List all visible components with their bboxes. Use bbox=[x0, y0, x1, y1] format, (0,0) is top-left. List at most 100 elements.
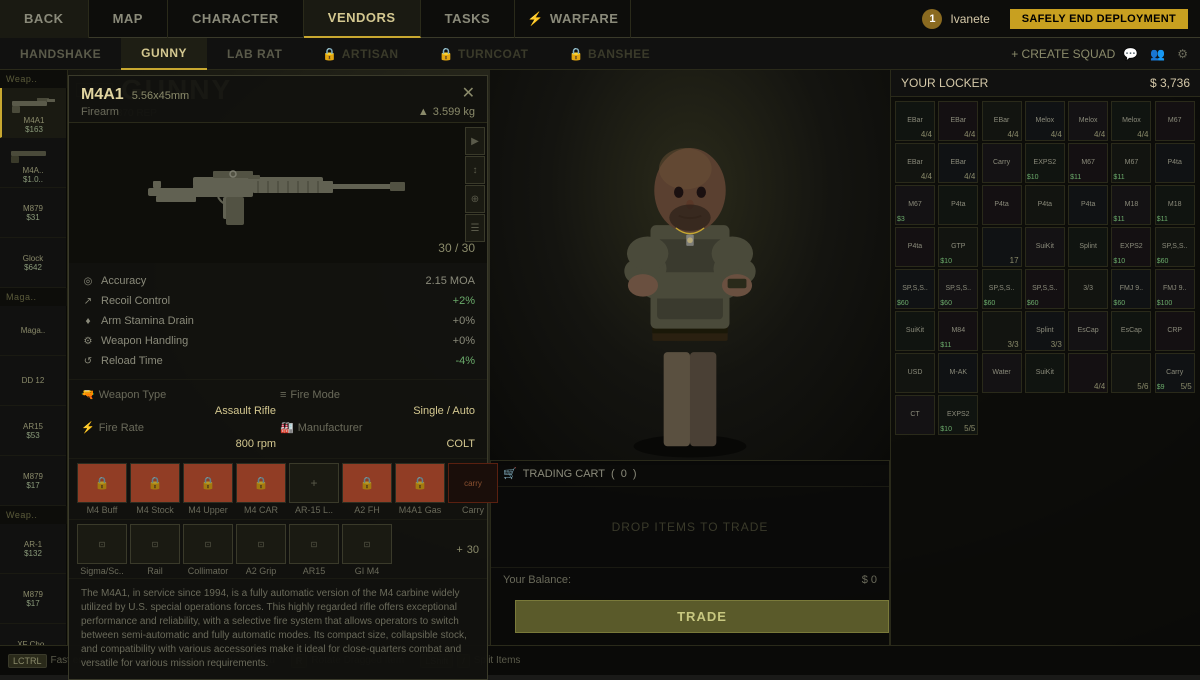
vendor-item-1[interactable]: M4A.. $1.0.. bbox=[0, 138, 66, 188]
settings-icon[interactable]: ⚙ bbox=[1177, 47, 1188, 61]
attach2-slot-2[interactable]: ⊡ Collimator bbox=[183, 524, 233, 576]
locker-item-10[interactable]: $10EXPS2 bbox=[1025, 143, 1065, 183]
locker-item-43[interactable]: M-AK bbox=[938, 353, 978, 393]
side-tab-2[interactable]: ⊕ bbox=[465, 185, 485, 213]
create-squad-button[interactable]: + CREATE SQUAD bbox=[1011, 47, 1115, 61]
side-tab-3[interactable]: ☰ bbox=[465, 214, 485, 242]
locker-item-48[interactable]: 5/5$9Carry bbox=[1155, 353, 1195, 393]
side-tab-0[interactable]: ▶ bbox=[465, 127, 485, 155]
locker-item-23[interactable]: 17 bbox=[982, 227, 1022, 267]
locker-item-42[interactable]: USD bbox=[895, 353, 935, 393]
vendor-item-4[interactable]: Maga.. bbox=[0, 306, 66, 356]
locker-item-44[interactable]: Water bbox=[982, 353, 1022, 393]
locker-item-13[interactable]: P4ta bbox=[1155, 143, 1195, 183]
nav-character[interactable]: CHARACTER bbox=[168, 0, 304, 38]
trade-button[interactable]: TRADE bbox=[515, 600, 889, 633]
locker-item-3[interactable]: 4/4Melox bbox=[1025, 101, 1065, 141]
attach-slot-0[interactable]: 🔒 M4 Buff bbox=[77, 463, 127, 515]
locker-item-32[interactable]: 3/3 bbox=[1068, 269, 1108, 309]
attach-slot-6[interactable]: 🔒 M4A1 Gas bbox=[395, 463, 445, 515]
nav-warfare[interactable]: ⚡ WARFARE bbox=[515, 0, 631, 38]
attach-slot-1[interactable]: 🔒 M4 Stock bbox=[130, 463, 180, 515]
locker-item-39[interactable]: EsCap bbox=[1068, 311, 1108, 351]
locker-item-47[interactable]: 5/6 bbox=[1111, 353, 1151, 393]
vendor-item-10[interactable]: XF Cho.. $6.26 bbox=[0, 624, 66, 645]
locker-item-17[interactable]: P4ta bbox=[1025, 185, 1065, 225]
locker-item-14[interactable]: $3M67 bbox=[895, 185, 935, 225]
locker-item-50[interactable]: 5/5$10EXPS2 bbox=[938, 395, 978, 435]
sub-nav-labrat[interactable]: LAB RAT bbox=[207, 38, 302, 70]
vendor-item-6[interactable]: AR15 $53 bbox=[0, 406, 66, 456]
locker-item-45[interactable]: SuiKit bbox=[1025, 353, 1065, 393]
locker-item-19[interactable]: $11M18 bbox=[1111, 185, 1151, 225]
locker-item-41[interactable]: CRP bbox=[1155, 311, 1195, 351]
vendor-item-8[interactable]: AR-1 $132 bbox=[0, 524, 66, 574]
locker-item-36[interactable]: $11M84 bbox=[938, 311, 978, 351]
locker-item-18[interactable]: P4ta bbox=[1068, 185, 1108, 225]
nav-tasks[interactable]: TASKS bbox=[421, 0, 516, 38]
vendor-item-3[interactable]: Glock $642 bbox=[0, 238, 66, 288]
vendor-item-2[interactable]: M879 $31 bbox=[0, 188, 66, 238]
locker-item-38[interactable]: 3/3Splint bbox=[1025, 311, 1065, 351]
locker-item-24[interactable]: SuiKit bbox=[1025, 227, 1065, 267]
locker-item-12[interactable]: $11M67 bbox=[1111, 143, 1151, 183]
close-card-button[interactable]: ✕ bbox=[462, 86, 475, 102]
locker-item-4[interactable]: 4/4Melox bbox=[1068, 101, 1108, 141]
sub-nav-artisan[interactable]: 🔒 ARTISAN bbox=[302, 38, 418, 70]
locker-item-7[interactable]: 4/4EBar bbox=[895, 143, 935, 183]
locker-item-34[interactable]: $100FMJ 9.. bbox=[1155, 269, 1195, 309]
locker-item-40[interactable]: EsCap bbox=[1111, 311, 1151, 351]
locker-item-11[interactable]: $11M67 bbox=[1068, 143, 1108, 183]
locker-item-29[interactable]: $60SP,S,S.. bbox=[938, 269, 978, 309]
attach-slot-4[interactable]: + AR-15 L.. bbox=[289, 463, 339, 515]
sub-nav-banshee[interactable]: 🔒 BANSHEE bbox=[548, 38, 670, 70]
vendor-item-5[interactable]: DD 12 bbox=[0, 356, 66, 406]
player-level: 1 bbox=[922, 9, 942, 29]
attach-slot-carry[interactable]: carry Carry bbox=[448, 463, 498, 515]
attach2-slot-0[interactable]: ⊡ Sigma/Sc.. bbox=[77, 524, 127, 576]
nav-map[interactable]: MAP bbox=[89, 0, 168, 38]
vendor-item-0[interactable]: M4A1 $163 bbox=[0, 88, 66, 138]
chat-icon[interactable]: 💬 bbox=[1123, 47, 1138, 61]
locker-item-15[interactable]: P4ta bbox=[938, 185, 978, 225]
vendor-item-9[interactable]: M879 $17 bbox=[0, 574, 66, 624]
locker-item-6[interactable]: M67 bbox=[1155, 101, 1195, 141]
attach2-slot-5[interactable]: ⊡ GI M4 bbox=[342, 524, 392, 576]
locker-item-49[interactable]: CT bbox=[895, 395, 935, 435]
group-icon[interactable]: 👥 bbox=[1150, 47, 1165, 61]
sub-nav-handshake[interactable]: HANDSHAKE bbox=[0, 38, 121, 70]
attach2-slot-1[interactable]: ⊡ Rail bbox=[130, 524, 180, 576]
attach-slot-2[interactable]: 🔒 M4 Upper bbox=[183, 463, 233, 515]
locker-item-5[interactable]: 4/4Melox bbox=[1111, 101, 1151, 141]
side-tab-1[interactable]: ↕ bbox=[465, 156, 485, 184]
locker-item-9[interactable]: Carry bbox=[982, 143, 1022, 183]
locker-item-8[interactable]: 4/4EBar bbox=[938, 143, 978, 183]
locker-item-20[interactable]: $11M18 bbox=[1155, 185, 1195, 225]
end-deployment-button[interactable]: SAFELY END DEPLOYMENT bbox=[1010, 9, 1188, 29]
locker-item-28[interactable]: $60SP,S,S.. bbox=[895, 269, 935, 309]
attach2-slot-3[interactable]: ⊡ A2 Grip bbox=[236, 524, 286, 576]
attach-slot-3[interactable]: 🔒 M4 CAR bbox=[236, 463, 286, 515]
sub-nav-turncoat[interactable]: 🔒 TURNCOAT bbox=[419, 38, 549, 70]
locker-item-31[interactable]: $60SP,S,S.. bbox=[1025, 269, 1065, 309]
locker-item-22[interactable]: $10GTP bbox=[938, 227, 978, 267]
nav-vendors[interactable]: VENDORS bbox=[304, 0, 421, 38]
sub-nav-gunny[interactable]: GUNNY bbox=[121, 38, 207, 70]
locker-item-46[interactable]: 4/4 bbox=[1068, 353, 1108, 393]
vendor-item-7[interactable]: M879 $17 bbox=[0, 456, 66, 506]
locker-item-16[interactable]: P4ta bbox=[982, 185, 1022, 225]
locker-item-2[interactable]: 4/4EBar bbox=[982, 101, 1022, 141]
locker-item-30[interactable]: $60SP,S,S.. bbox=[982, 269, 1022, 309]
locker-item-35[interactable]: SuiKit bbox=[895, 311, 935, 351]
locker-item-27[interactable]: $60SP,S,S.. bbox=[1155, 227, 1195, 267]
nav-back[interactable]: BACK bbox=[0, 0, 89, 38]
locker-item-21[interactable]: P4ta bbox=[895, 227, 935, 267]
attach-slot-5[interactable]: 🔒 A2 FH bbox=[342, 463, 392, 515]
locker-item-0[interactable]: 4/4EBar bbox=[895, 101, 935, 141]
locker-item-25[interactable]: Splint bbox=[1068, 227, 1108, 267]
locker-item-1[interactable]: 4/4EBar bbox=[938, 101, 978, 141]
locker-item-37[interactable]: 3/3 bbox=[982, 311, 1022, 351]
locker-item-33[interactable]: $60FMJ 9.. bbox=[1111, 269, 1151, 309]
attach2-slot-4[interactable]: ⊡ AR15 bbox=[289, 524, 339, 576]
locker-item-26[interactable]: $10EXPS2 bbox=[1111, 227, 1151, 267]
